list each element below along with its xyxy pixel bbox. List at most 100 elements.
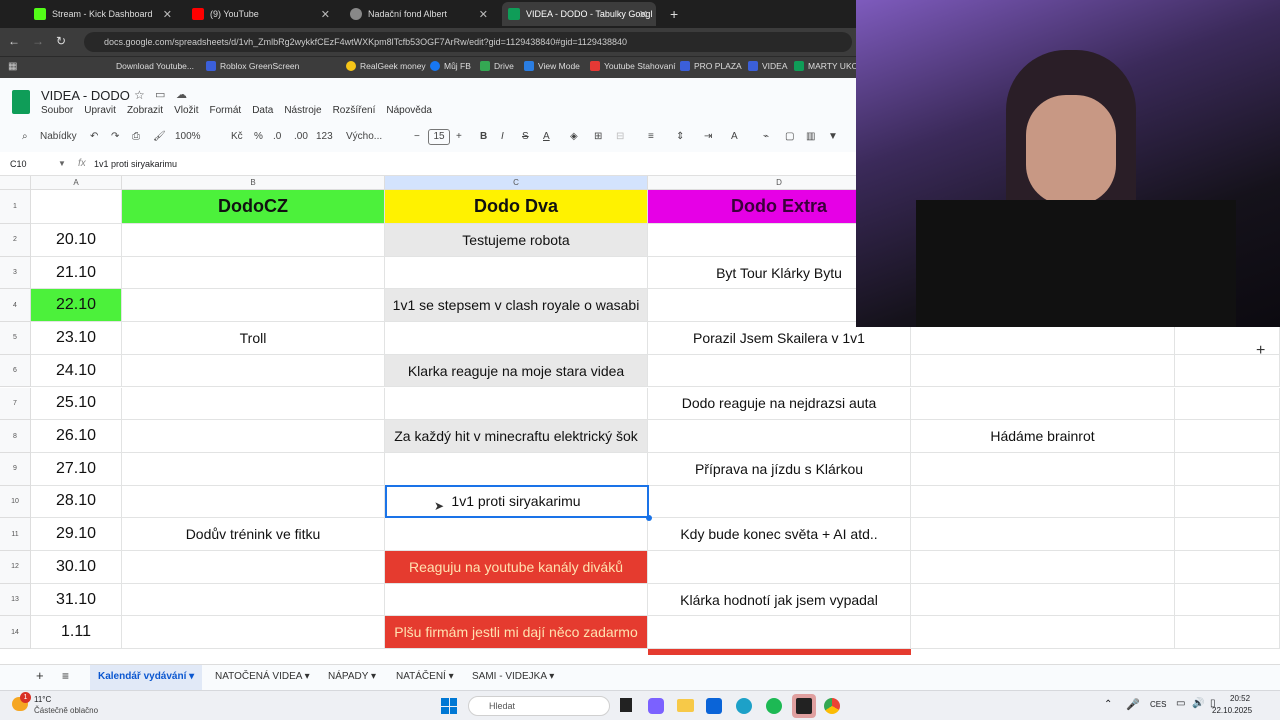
rotate-icon[interactable]: A	[731, 131, 738, 142]
cell-a14[interactable]: 1.11	[31, 616, 122, 650]
col-header-b[interactable]: B	[122, 176, 385, 190]
star-icon[interactable]: ☆	[134, 88, 145, 102]
cell-a12[interactable]: 30.10	[31, 551, 122, 584]
cell-a3[interactable]: 21.10	[31, 256, 122, 290]
row-header[interactable]: 14	[0, 616, 31, 650]
cell-c13[interactable]	[385, 583, 648, 617]
cell-d6[interactable]	[648, 354, 911, 388]
sheet-tab-napady[interactable]: NÁPADY ▾	[328, 671, 376, 682]
bookmark[interactable]: Můj FB	[430, 61, 471, 71]
cell-d11[interactable]: Kdy bude konec světa + AI atd..	[648, 518, 911, 551]
strikethrough-icon[interactable]: S	[522, 131, 529, 142]
row-header[interactable]: 11	[0, 518, 31, 551]
menu-upravit[interactable]: Upravit	[84, 105, 116, 116]
back-icon[interactable]: ←	[8, 34, 20, 48]
bookmark[interactable]: VIDEA	[748, 61, 788, 71]
bookmark[interactable]: View Mode	[524, 61, 580, 71]
cell-b4[interactable]	[122, 289, 385, 323]
cell-b7[interactable]	[122, 387, 385, 421]
folder-icon[interactable]: ▭	[155, 88, 165, 101]
cell-c14[interactable]: Plšu firmám jestli mi dají něco zadarmo	[385, 616, 648, 650]
row-header[interactable]: 4	[0, 289, 31, 323]
folder-icon[interactable]	[677, 699, 694, 712]
cell-c4[interactable]: 1v1 se stepsem v clash royale o wasabi	[385, 289, 648, 323]
cell-c5[interactable]	[385, 322, 648, 355]
cell-d12[interactable]	[648, 551, 911, 584]
cell-b11[interactable]: Dodův trénink ve fitku	[122, 518, 385, 551]
sheet-tab-sami[interactable]: SAMI - VIDEJKA ▾	[472, 671, 554, 682]
bookmark[interactable]: PRO PLAZA	[680, 61, 742, 71]
close-icon[interactable]: ✕	[321, 8, 330, 21]
cell-d9[interactable]: Příprava na jízdu s Klárkou	[648, 452, 911, 486]
cell-c11[interactable]	[385, 518, 648, 551]
font-select[interactable]: Výcho...	[346, 131, 382, 142]
row-header[interactable]: 12	[0, 551, 31, 584]
bookmark[interactable]: Drive	[480, 61, 514, 71]
paint-format-icon[interactable]: 🖌	[153, 131, 166, 142]
tab-sheets[interactable]: VIDEA - DODO - Tabulky Googl ✕	[502, 2, 656, 26]
cell-e7[interactable]	[911, 387, 1175, 421]
cell-a5[interactable]: 23.10	[31, 322, 122, 355]
new-tab-button[interactable]: +	[664, 2, 684, 26]
copilot-icon[interactable]	[648, 698, 664, 714]
bookmark[interactable]: Download Youtube...	[116, 61, 194, 71]
cell-c2[interactable]: Testujeme robota	[385, 224, 648, 257]
row-header[interactable]: 2	[0, 224, 31, 257]
tray-chevron-icon[interactable]: ⌃	[1104, 699, 1112, 710]
cell-d13[interactable]: Klárka hodnotí jak jsem vypadal	[648, 583, 911, 617]
reload-icon[interactable]: ↻	[56, 34, 66, 48]
sheet-tab-nataceni[interactable]: NATÁČENÍ ▾	[396, 671, 454, 682]
add-sheet-button[interactable]: +	[36, 668, 44, 683]
bookmark[interactable]: RealGeek money	[346, 61, 426, 71]
menu-napoveda[interactable]: Nápověda	[386, 105, 432, 116]
fill-handle[interactable]	[646, 515, 652, 521]
cell-b2[interactable]	[122, 224, 385, 257]
cell-e9[interactable]	[911, 452, 1175, 486]
cell-c3[interactable]	[385, 256, 648, 290]
increase-decimal-button[interactable]: .00	[294, 131, 308, 142]
undo-icon[interactable]: ↶	[90, 131, 98, 142]
cell-a2[interactable]: 20.10	[31, 224, 122, 257]
start-icon[interactable]	[441, 698, 457, 714]
cell-f7[interactable]	[1175, 387, 1280, 421]
tab-albert[interactable]: Nadační fond Albert ✕	[344, 2, 496, 26]
cell-a8[interactable]: 26.10	[31, 420, 122, 453]
cell-f8[interactable]	[1175, 420, 1280, 453]
row-header[interactable]: 3	[0, 256, 31, 290]
currency-button[interactable]: Kč	[231, 131, 243, 142]
cell-a7[interactable]: 25.10	[31, 387, 122, 421]
cell-b14[interactable]	[122, 616, 385, 650]
bookmark[interactable]: Youtube Stahovaní	[590, 61, 676, 71]
row-header[interactable]: 8	[0, 420, 31, 453]
cell-a9[interactable]: 27.10	[31, 452, 122, 486]
cell-b8[interactable]	[122, 420, 385, 453]
cell-e13[interactable]	[911, 583, 1175, 617]
filter-icon[interactable]: ▼	[828, 131, 838, 142]
redo-icon[interactable]: ↷	[111, 131, 119, 142]
minus-icon[interactable]: −	[414, 131, 420, 142]
terminal-icon[interactable]	[796, 698, 812, 714]
font-size-field[interactable]: 15	[428, 129, 450, 145]
row-header[interactable]: 7	[0, 387, 31, 421]
cell-e14[interactable]	[911, 616, 1175, 650]
cell-a11[interactable]: 29.10	[31, 518, 122, 551]
text-color-icon[interactable]: A	[543, 131, 550, 142]
chart-icon[interactable]: ▥	[806, 131, 815, 142]
chrome-icon[interactable]	[824, 698, 840, 714]
close-icon[interactable]: ✕	[479, 8, 488, 21]
sheet-tab-kalendar[interactable]: Kalendář vydávání ▾	[90, 665, 203, 691]
link-icon[interactable]: ⌁	[763, 131, 769, 142]
bookmark[interactable]: Roblox GreenScreen	[206, 61, 299, 71]
col-header-c[interactable]: C	[385, 176, 648, 190]
row-header[interactable]: 5	[0, 322, 31, 355]
row-header[interactable]: 9	[0, 452, 31, 486]
italic-icon[interactable]: I	[501, 131, 504, 142]
cell-f9[interactable]	[1175, 452, 1280, 486]
forward-icon[interactable]: →	[32, 34, 44, 48]
cell-c9[interactable]	[385, 452, 648, 486]
menu-search[interactable]: Nabídky	[40, 131, 77, 142]
cell-a4[interactable]: 22.10	[31, 289, 122, 323]
comment-icon[interactable]: ▢	[785, 131, 794, 142]
close-icon[interactable]: ✕	[639, 8, 648, 21]
decrease-decimal-button[interactable]: .0	[273, 131, 281, 142]
